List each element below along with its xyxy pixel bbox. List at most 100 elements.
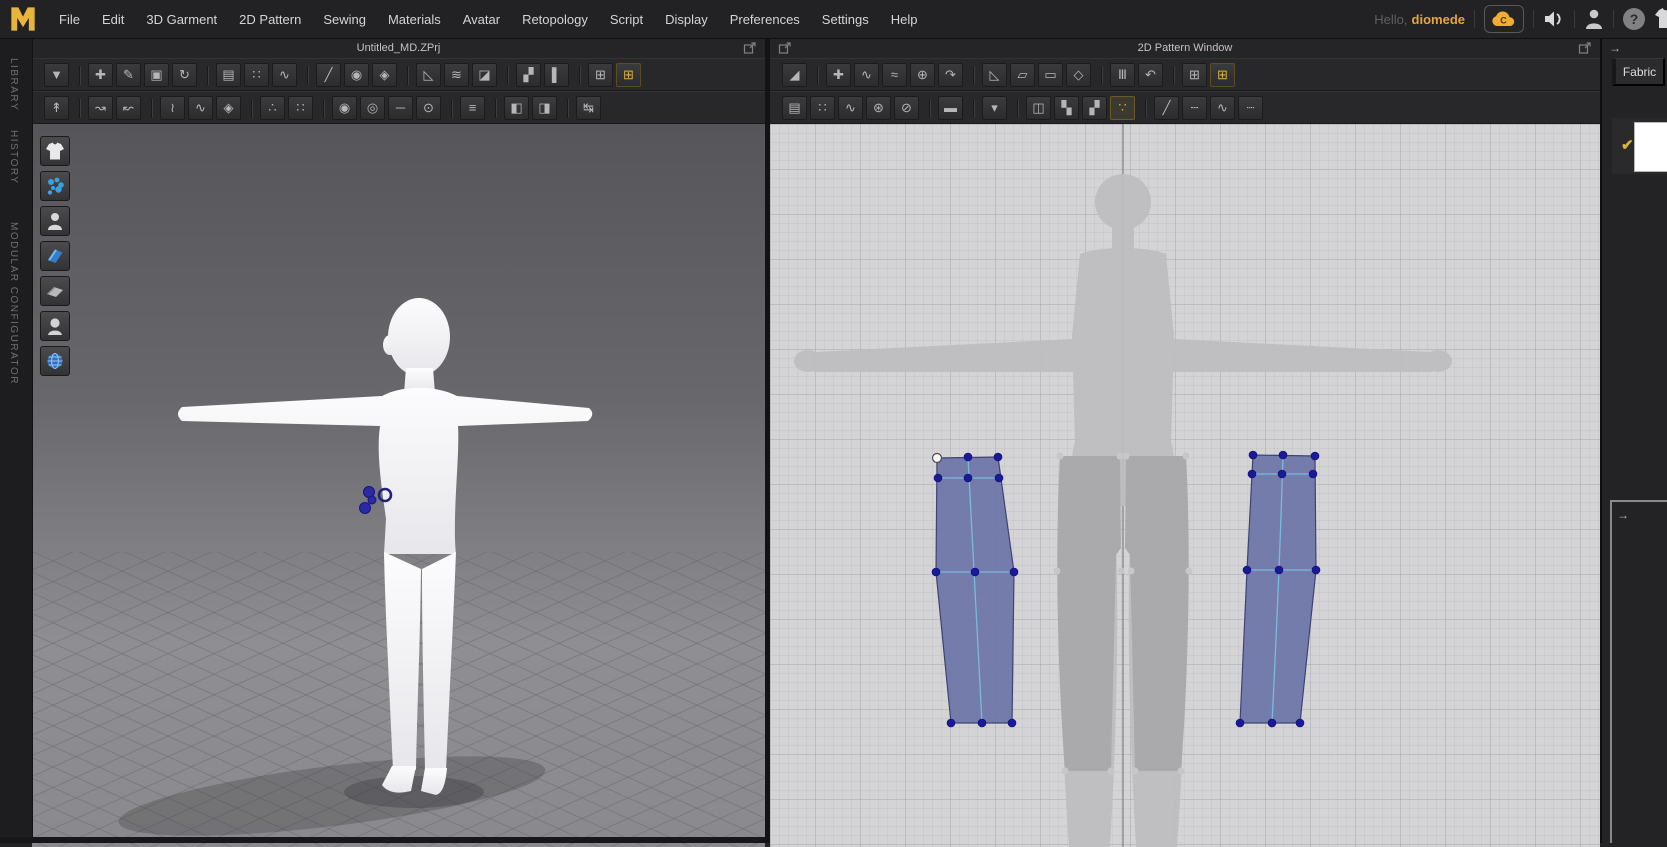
menu-materials[interactable]: Materials	[377, 2, 452, 37]
add-curve-icon[interactable]: ↷	[938, 62, 963, 87]
menu-2d-pattern[interactable]: 2D Pattern	[228, 2, 312, 37]
viewport-3d[interactable]	[32, 124, 765, 847]
menu-avatar[interactable]: Avatar	[452, 2, 511, 37]
lock-button-icon[interactable]: ⊙	[416, 95, 441, 120]
buttonhole-icon[interactable]: ◎	[360, 95, 385, 120]
pleats-icon[interactable]: Ⅲ	[1101, 62, 1135, 87]
put-on-garment-icon[interactable]: ▾	[973, 95, 1007, 120]
texture-shirt-icon[interactable]: ▚	[1054, 95, 1079, 120]
grid-cursor-icon[interactable]: ⊞	[1173, 62, 1207, 87]
mn-segment-sewing-icon[interactable]: ∷	[244, 62, 269, 87]
rail-tab-library[interactable]: LIBRARY	[8, 58, 19, 111]
show-plane-button[interactable]	[40, 276, 70, 306]
garment-icon-partial[interactable]	[1654, 6, 1667, 32]
expand-arrow-icon[interactable]: →	[1617, 509, 1629, 521]
menu-sewing[interactable]: Sewing	[312, 2, 377, 37]
curve-point-icon[interactable]: ↜	[116, 95, 141, 120]
grid-snap-icon[interactable]: ⊞	[1210, 62, 1235, 87]
pin-cluster-icon[interactable]: ∷	[288, 95, 313, 120]
menu-display[interactable]: Display	[654, 2, 719, 37]
texture-shirt-alt-icon[interactable]: ▞	[1082, 95, 1107, 120]
grid-cursor-icon[interactable]: ⊞	[579, 62, 613, 87]
menu-settings[interactable]: Settings	[811, 2, 880, 37]
selected-point[interactable]	[931, 452, 943, 464]
rail-tab-modular-configurator[interactable]: MODULAR CONFIGURATOR	[8, 222, 19, 385]
show-bust-button[interactable]	[40, 311, 70, 341]
popout-window-icon[interactable]	[1578, 41, 1592, 55]
menu-help[interactable]: Help	[880, 2, 929, 37]
create-polygon-icon[interactable]: ▱	[1010, 62, 1035, 87]
menu-script[interactable]: Script	[599, 2, 654, 37]
sew-curve-icon[interactable]: ≀	[151, 95, 185, 120]
stitch-slash-icon[interactable]: ╱	[1145, 95, 1179, 120]
show-environment-button[interactable]	[40, 346, 70, 376]
stitch-wave-icon[interactable]: ∿	[1210, 95, 1235, 120]
grid-snap-icon[interactable]: ⊞	[616, 62, 641, 87]
pin-garment-icon[interactable]: ◈	[372, 62, 397, 87]
arrange-plane-select-icon[interactable]: ◧	[495, 95, 529, 120]
panel-divider[interactable]	[765, 38, 770, 843]
pin-curve-icon[interactable]: ↝	[79, 95, 113, 120]
popout-window-icon[interactable]	[778, 41, 792, 55]
transform-pattern-icon[interactable]: ↻	[172, 62, 197, 87]
avatar-walk-icon[interactable]: ↟	[44, 95, 69, 120]
cloud-sync-button[interactable]: C	[1484, 5, 1524, 33]
viewport-2d[interactable]	[770, 124, 1600, 847]
help-button[interactable]: ?	[1623, 8, 1645, 30]
sew-garment-icon[interactable]: ◈	[216, 95, 241, 120]
segment-sewing-icon[interactable]: ▤	[207, 62, 241, 87]
fabric-list-item[interactable]: ✔	[1612, 118, 1667, 174]
pin-ball-icon[interactable]: ◉	[344, 62, 369, 87]
edit-pattern-icon[interactable]: ✚	[817, 62, 851, 87]
texture-roller-icon[interactable]: ◫	[1017, 95, 1051, 120]
rail-tab-history[interactable]: HISTORY	[8, 130, 19, 185]
collapse-arrow-icon[interactable]: →	[1609, 42, 1621, 54]
menu-preferences[interactable]: Preferences	[719, 2, 811, 37]
account-button[interactable]	[1584, 8, 1604, 30]
steam-iron-icon[interactable]: ▬	[929, 95, 963, 120]
auto-sewing-icon[interactable]: ⊛	[866, 95, 891, 120]
fold-arrangement-icon[interactable]: ▞	[507, 62, 541, 87]
baste-active-icon[interactable]: ∵	[1110, 95, 1135, 120]
mn-sewing-icon[interactable]: ∷	[810, 95, 835, 120]
show-fabric-button[interactable]	[40, 241, 70, 271]
create-rectangle-icon[interactable]: ▭	[1038, 62, 1063, 87]
tab-fabric[interactable]: Fabric	[1612, 58, 1665, 86]
stitch-dotted-icon[interactable]: ┈	[1238, 95, 1263, 120]
fold-3d-icon[interactable]: ▌	[544, 62, 569, 87]
menu-file[interactable]: File	[48, 2, 91, 37]
segment-sewing-icon[interactable]: ▤	[782, 95, 807, 120]
popout-window-icon[interactable]	[743, 41, 757, 55]
fabric-swatch[interactable]	[1634, 122, 1667, 172]
pin-icon[interactable]: ╱	[307, 62, 341, 87]
show-particles-button[interactable]	[40, 171, 70, 201]
edit-curve-point-icon[interactable]: ≈	[882, 62, 907, 87]
flatten-curve-icon[interactable]: ≋	[444, 62, 469, 87]
sew-free-curve-icon[interactable]: ∿	[188, 95, 213, 120]
edit-sewing-icon[interactable]: ⊘	[894, 95, 919, 120]
button-icon[interactable]: ◉	[323, 95, 357, 120]
menu-retopology[interactable]: Retopology	[511, 2, 599, 37]
free-sewing-icon[interactable]: ∿	[838, 95, 863, 120]
select-mesh-icon[interactable]: ✎	[116, 62, 141, 87]
pattern-piece-right[interactable]	[1235, 450, 1321, 728]
free-sewing-icon[interactable]: ∿	[272, 62, 297, 87]
show-avatar-button[interactable]	[40, 206, 70, 236]
darts-icon[interactable]: ◇	[1066, 62, 1091, 87]
stitch-dashed-icon[interactable]: ┄	[1182, 95, 1207, 120]
arrange-plane-icon[interactable]: ◨	[532, 95, 557, 120]
pattern-piece-left[interactable]	[931, 452, 1019, 728]
zipper-icon[interactable]: ≡	[451, 95, 485, 120]
transform-pattern-icon[interactable]: ◢	[782, 62, 807, 87]
tack-icon[interactable]: ↹	[567, 95, 601, 120]
select-flatten-icon[interactable]: ◺	[407, 62, 441, 87]
select-move-icon[interactable]: ✚	[79, 62, 113, 87]
sound-button[interactable]	[1543, 9, 1565, 29]
edit-curvature-icon[interactable]: ∿	[854, 62, 879, 87]
show-garment-button[interactable]	[40, 136, 70, 166]
flatten-piece-icon[interactable]: ◪	[472, 62, 497, 87]
fasten-icon[interactable]: ─	[388, 95, 413, 120]
select-box-icon[interactable]: ▣	[144, 62, 169, 87]
menu-3d-garment[interactable]: 3D Garment	[135, 2, 228, 37]
pin-dots-icon[interactable]: ∴	[251, 95, 285, 120]
